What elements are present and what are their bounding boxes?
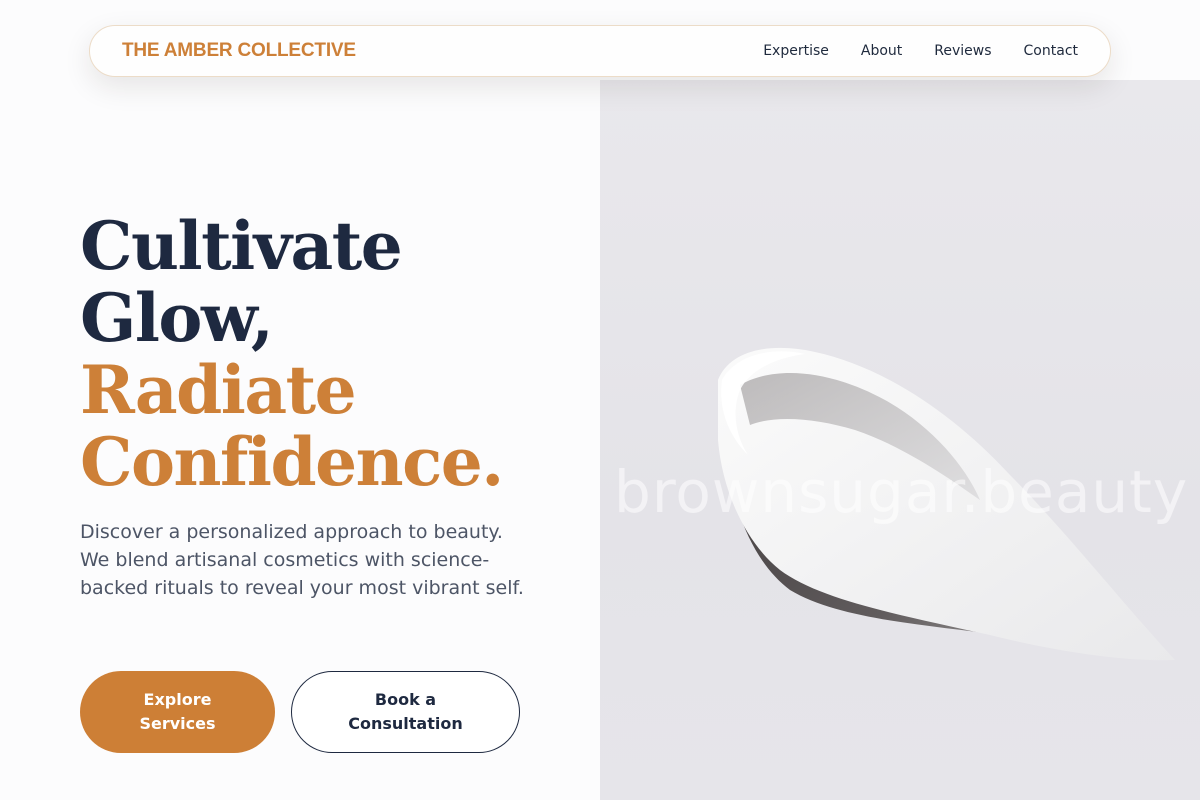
headline-line-1: Cultivate bbox=[80, 207, 403, 285]
headline-line-4: Confidence. bbox=[80, 423, 504, 501]
cta-row: Explore Services Book a Consultation bbox=[80, 671, 520, 753]
hero-headline: Cultivate Glow, Radiate Confidence. bbox=[80, 210, 560, 498]
nav-links: Expertise About Reviews Contact bbox=[763, 43, 1078, 59]
navbar: THE AMBER COLLECTIVE Expertise About Rev… bbox=[89, 25, 1111, 77]
nav-link-contact[interactable]: Contact bbox=[1024, 43, 1078, 59]
nav-link-reviews[interactable]: Reviews bbox=[934, 43, 991, 59]
hero-image: brownsugar.beauty bbox=[600, 80, 1200, 800]
brand-logo[interactable]: THE AMBER COLLECTIVE bbox=[122, 40, 356, 62]
headline-line-2: Glow, bbox=[80, 279, 274, 357]
hero-description: Discover a personalized approach to beau… bbox=[80, 521, 524, 599]
nav-link-about[interactable]: About bbox=[861, 43, 902, 59]
book-consultation-button[interactable]: Book a Consultation bbox=[291, 671, 520, 753]
book-consultation-label: Book a Consultation bbox=[348, 690, 463, 733]
cream-swatch-image bbox=[718, 347, 1175, 661]
explore-services-label: Explore Services bbox=[139, 690, 216, 733]
explore-services-button[interactable]: Explore Services bbox=[80, 671, 275, 753]
headline-line-3: Radiate bbox=[80, 351, 357, 429]
image-watermark: brownsugar.beauty bbox=[614, 458, 1189, 526]
nav-link-expertise[interactable]: Expertise bbox=[763, 43, 829, 59]
hero-content: Cultivate Glow, Radiate Confidence. Disc… bbox=[80, 210, 560, 602]
